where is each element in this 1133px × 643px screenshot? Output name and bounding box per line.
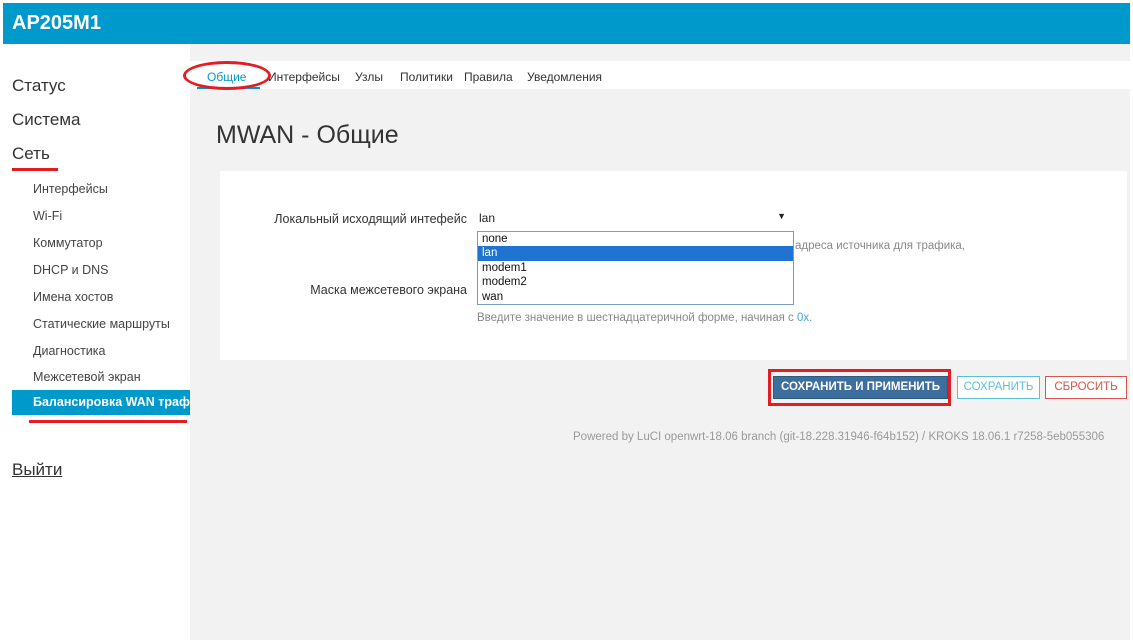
tab-bar: Общие Интерфейсы Узлы Политики Правила У… [190, 61, 1130, 89]
sidebar-item-switch[interactable]: Коммутатор [33, 236, 103, 250]
sidebar-item-status[interactable]: Статус [12, 76, 66, 96]
wan-balancing-highlight-line [29, 420, 187, 423]
option-wan[interactable]: wan [478, 290, 793, 304]
sidebar-item-network[interactable]: Сеть [12, 144, 50, 164]
sidebar-item-system[interactable]: Система [12, 110, 80, 130]
footer-powered-by: Powered by LuCI openwrt-18.06 branch (gi… [573, 431, 1105, 443]
firewall-mask-description-text: Введите значение в шестнадцатеричной фор… [477, 312, 794, 324]
settings-panel: Локальный исходящий интефейс lan ▼ none … [220, 171, 1127, 360]
hex-prefix-link: 0x. [797, 312, 813, 324]
local-source-select[interactable]: lan ▼ [475, 208, 792, 228]
sidebar-item-interfaces[interactable]: Интерфейсы [33, 182, 108, 196]
logout-link[interactable]: Выйти [12, 460, 62, 480]
option-lan[interactable]: lan [478, 246, 793, 261]
firewall-mask-description: Введите значение в шестнадцатеричной фор… [477, 312, 812, 324]
sidebar-item-firewall[interactable]: Межсетевой экран [33, 370, 141, 384]
tab-active-underline [197, 87, 260, 89]
sidebar-item-dhcp-dns[interactable]: DHCP и DNS [33, 263, 109, 277]
app-frame: AP205M1 Статус Система Сеть Интерфейсы W… [3, 3, 1130, 640]
firewall-mask-label: Маска межсетевого экрана [310, 283, 467, 297]
local-source-dropdown[interactable]: none lan modem1 modem2 wan [477, 231, 794, 305]
tab-notifications[interactable]: Уведомления [527, 70, 602, 84]
option-none[interactable]: none [478, 232, 793, 246]
tab-interfaces[interactable]: Интерфейсы [268, 70, 340, 84]
local-source-label: Локальный исходящий интефейс [274, 212, 467, 226]
tab-rules[interactable]: Правила [464, 70, 513, 84]
app-title[interactable]: AP205M1 [12, 12, 101, 34]
sidebar: Статус Система Сеть Интерфейсы Wi-Fi Ком… [3, 44, 190, 640]
tab-policies[interactable]: Политики [400, 70, 453, 84]
page-title: MWAN - Общие [216, 121, 399, 149]
option-modem1[interactable]: modem1 [478, 261, 793, 275]
sidebar-item-diagnostics[interactable]: Диагностика [33, 344, 105, 358]
sidebar-item-wifi[interactable]: Wi-Fi [33, 209, 62, 223]
app-header: AP205M1 [3, 3, 1130, 44]
sidebar-item-wan-balancing[interactable]: Балансировка WAN трафика [12, 390, 190, 415]
local-source-description: адреса источника для трафика, [795, 240, 965, 252]
local-source-value: lan [479, 211, 496, 225]
save-and-apply-button[interactable]: СОХРАНИТЬ И ПРИМЕНИТЬ [773, 376, 948, 399]
network-highlight-line [12, 168, 58, 171]
sidebar-item-static-routes[interactable]: Статические маршруты [33, 317, 170, 331]
chevron-down-icon[interactable]: ▼ [777, 211, 786, 221]
save-button[interactable]: СОХРАНИТЬ [957, 376, 1040, 399]
option-modem2[interactable]: modem2 [478, 275, 793, 289]
sidebar-item-hostnames[interactable]: Имена хостов [33, 290, 113, 304]
reset-button[interactable]: СБРОСИТЬ [1045, 376, 1127, 399]
tab-nodes[interactable]: Узлы [355, 70, 383, 84]
tab-general[interactable]: Общие [207, 70, 246, 84]
